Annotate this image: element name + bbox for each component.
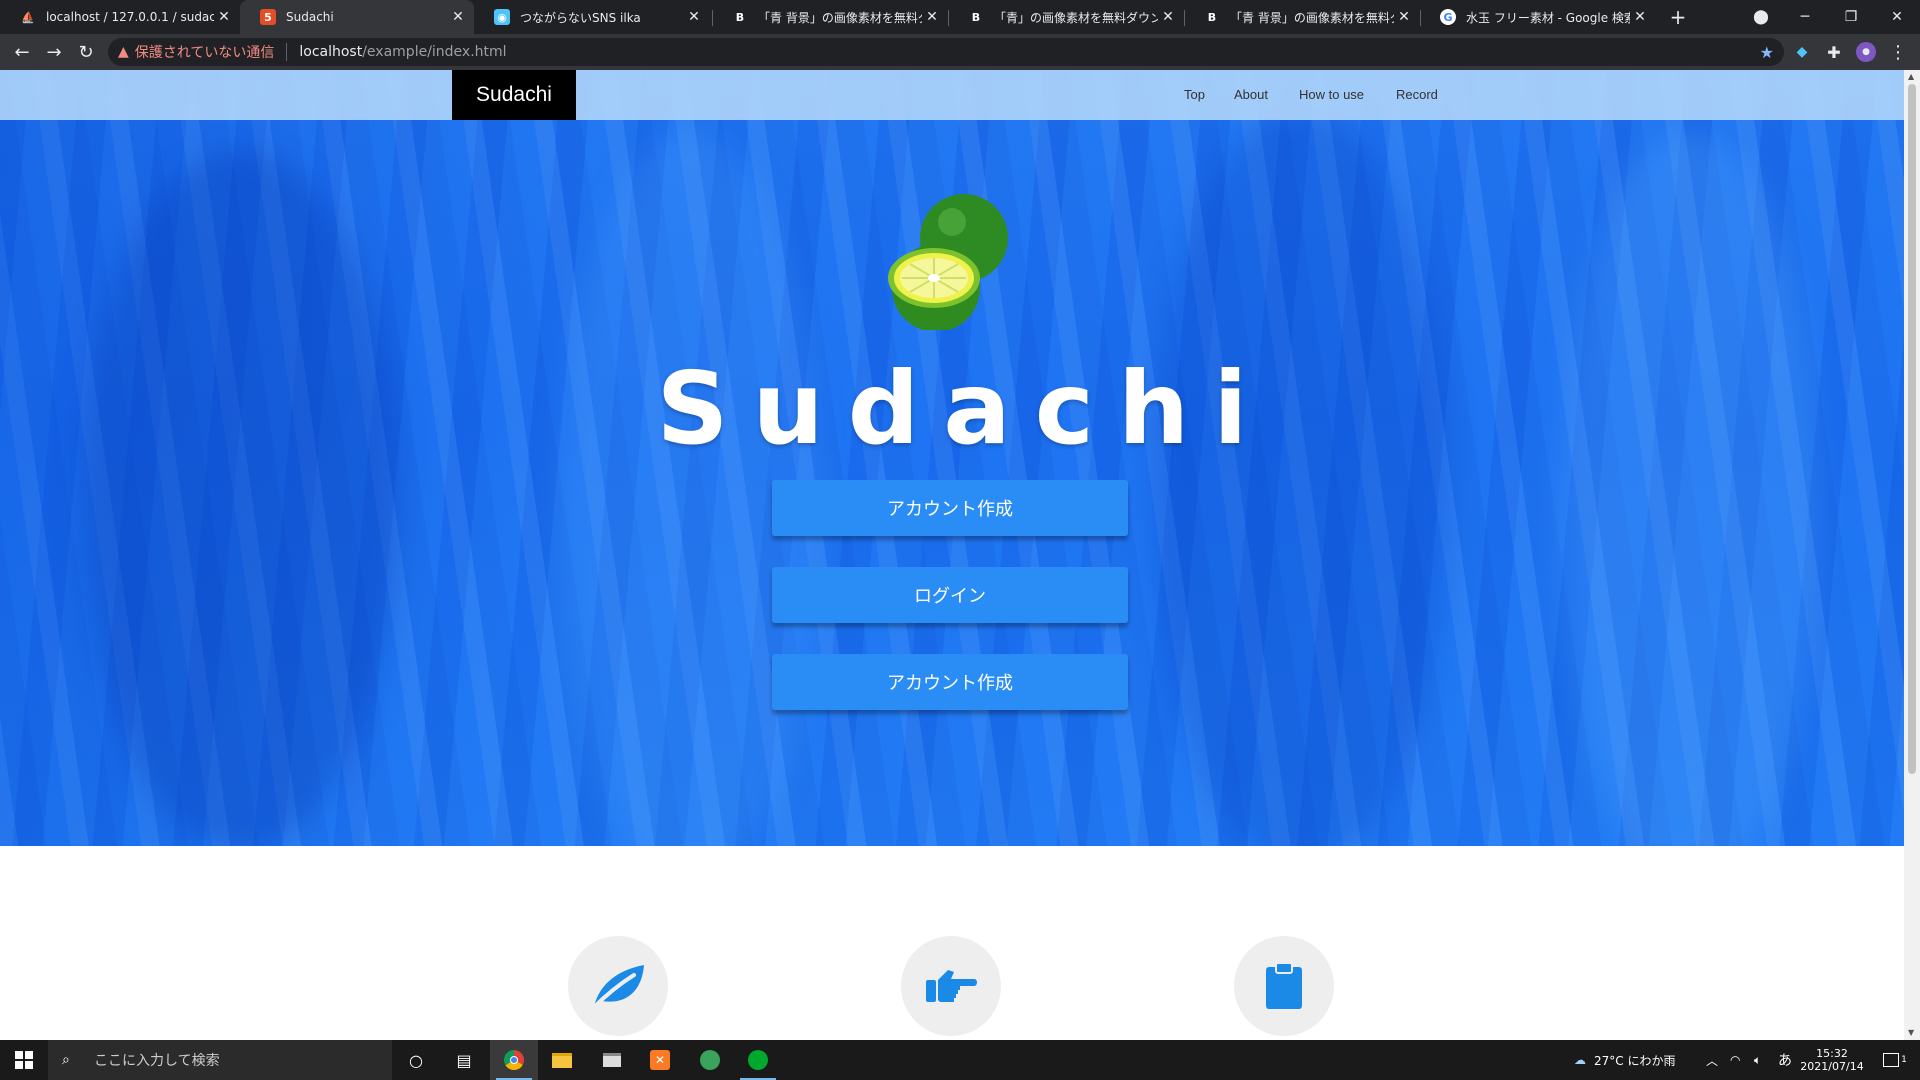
create-account-button[interactable]: アカウント作成: [772, 480, 1128, 536]
tab-blue-bg-1[interactable]: B 「青 背景」の画像素材を無料ダウン... ✕: [712, 0, 948, 34]
task-view-icon[interactable]: ▤: [440, 1040, 488, 1080]
close-icon[interactable]: ✕: [1630, 9, 1650, 25]
brush-texture: [80, 150, 400, 846]
terminal-icon[interactable]: [588, 1040, 636, 1080]
address-bar[interactable]: ▲ 保護されていない通信 localhost /example/index.ht…: [108, 38, 1784, 66]
menu-kebab-icon[interactable]: ⋮: [1884, 38, 1912, 66]
tab-blue[interactable]: B 「青」の画像素材を無料ダウンロード ✕: [948, 0, 1184, 34]
cortana-icon[interactable]: ○: [392, 1040, 440, 1080]
hero-title: Sudachi: [656, 350, 1272, 467]
feature-leaf: [568, 936, 668, 1036]
clock[interactable]: 15:32 2021/07/14: [1800, 1040, 1864, 1080]
new-tab-button[interactable]: +: [1660, 0, 1696, 34]
feature-clipboard: [1234, 936, 1334, 1036]
bookmark-star-icon[interactable]: ★: [1760, 43, 1774, 62]
file-explorer-icon[interactable]: [538, 1040, 586, 1080]
site-navbar: Sudachi Top About How to use Record: [0, 70, 1904, 120]
notification-count: 1: [1901, 1055, 1907, 1065]
tab-search-icon[interactable]: ⬤: [1738, 0, 1784, 34]
chrome-icon[interactable]: [490, 1040, 538, 1080]
back-button[interactable]: ←: [8, 38, 36, 66]
create-account-button-2[interactable]: アカウント作成: [772, 654, 1128, 710]
close-icon[interactable]: ✕: [684, 9, 704, 25]
clock-date: 2021/07/14: [1800, 1060, 1864, 1073]
site-icon: ◉: [494, 9, 510, 25]
scroll-down-icon[interactable]: ▼: [1908, 1028, 1914, 1037]
brand-logo[interactable]: Sudachi: [452, 70, 576, 120]
sudachi-fruit-icon: [888, 194, 1008, 330]
taskbar-search[interactable]: ⌕ ここに入力して検索: [48, 1040, 392, 1080]
b-icon: B: [735, 10, 745, 24]
brush-texture: [1150, 110, 1450, 846]
leaf-icon: [590, 965, 644, 1011]
security-label[interactable]: 保護されていない通信: [135, 42, 275, 62]
restore-button[interactable]: ❐: [1828, 0, 1874, 34]
nav-how-to-use[interactable]: How to use: [1299, 87, 1364, 102]
windows-taskbar: ⌕ ここに入力して検索 ○ ▤ ✕ ☁ 27°C にわか雨 ︿ ◠ 🔈︎ あ 1…: [0, 1040, 1920, 1080]
tab-blue-bg-2[interactable]: B 「青 背景」の画像素材を無料ダウン... ✕: [1184, 0, 1420, 34]
tray-chevron-icon[interactable]: ︿: [1706, 1040, 1718, 1080]
hand-point-right-icon: [926, 970, 977, 1002]
extension-gem-icon[interactable]: ◆: [1788, 38, 1816, 66]
close-icon[interactable]: ✕: [1158, 9, 1178, 25]
forward-button[interactable]: →: [40, 38, 68, 66]
search-placeholder: ここに入力して検索: [94, 1053, 220, 1069]
b-icon: B: [971, 10, 981, 24]
evernote-icon[interactable]: [734, 1040, 782, 1080]
close-icon[interactable]: ✕: [214, 9, 234, 25]
weather-widget[interactable]: ☁ 27°C にわか雨: [1574, 1040, 1675, 1080]
network-icon[interactable]: ◠: [1730, 1040, 1740, 1080]
extensions-puzzle-icon[interactable]: ✚: [1820, 38, 1848, 66]
weather-text: 27°C にわか雨: [1594, 1053, 1676, 1068]
google-icon: G: [1440, 9, 1456, 25]
close-window-button[interactable]: ✕: [1874, 0, 1920, 34]
nav-about[interactable]: About: [1234, 87, 1268, 102]
nav-record[interactable]: Record: [1396, 87, 1438, 102]
windows-start-icon[interactable]: [0, 1040, 48, 1080]
tab-sudachi[interactable]: 5 Sudachi ✕: [240, 0, 474, 34]
reload-button[interactable]: ↻: [72, 38, 100, 66]
hero-section: Sudachi アカウント作成 ログイン アカウント作成: [0, 70, 1904, 846]
page-viewport: Sudachi アカウント作成 ログイン アカウント作成 Sudachi Top…: [0, 70, 1904, 1040]
divider: [286, 43, 288, 61]
ime-indicator[interactable]: あ: [1778, 1040, 1792, 1080]
feature-pointing-hand: [901, 936, 1001, 1036]
b-icon: B: [1207, 10, 1217, 24]
cloud-rain-icon: ☁: [1574, 1053, 1586, 1067]
tab-phpmyadmin[interactable]: ⛵ localhost / 127.0.0.1 / sudachi / ... …: [0, 0, 240, 34]
url-path: /example/index.html: [362, 44, 507, 60]
tab-ilka[interactable]: ◉ つながらないSNS ilka ✕: [474, 0, 710, 34]
close-icon[interactable]: ✕: [448, 9, 468, 25]
minimize-button[interactable]: ─: [1782, 0, 1828, 34]
search-icon: ⌕: [62, 1052, 70, 1068]
browser-toolbar: ← → ↻ ▲ 保護されていない通信 localhost /example/in…: [0, 34, 1920, 70]
clipboard-icon: [1266, 962, 1302, 1009]
brush-texture: [1560, 130, 1820, 846]
login-button[interactable]: ログイン: [772, 567, 1128, 623]
clock-time: 15:32: [1816, 1047, 1848, 1060]
tab-google-search[interactable]: G 水玉 フリー素材 - Google 検索 ✕: [1420, 0, 1656, 34]
close-icon[interactable]: ✕: [922, 9, 942, 25]
notification-center-icon[interactable]: 1: [1878, 1040, 1912, 1080]
close-icon[interactable]: ✕: [1394, 9, 1414, 25]
volume-icon[interactable]: 🔈︎: [1754, 1040, 1761, 1080]
nav-top[interactable]: Top: [1184, 87, 1205, 102]
profile-avatar[interactable]: ●: [1852, 38, 1880, 66]
url-host: localhost: [299, 44, 363, 60]
xampp-icon[interactable]: ✕: [636, 1040, 684, 1080]
page-scrollbar[interactable]: ▲ ▼: [1904, 70, 1920, 1040]
phpmyadmin-icon: ⛵: [21, 10, 35, 24]
scrollbar-thumb[interactable]: [1908, 84, 1916, 774]
html5-icon: 5: [260, 9, 276, 25]
scroll-up-icon[interactable]: ▲: [1908, 72, 1914, 81]
warning-icon: ▲: [118, 44, 129, 60]
app-green-icon[interactable]: [686, 1040, 734, 1080]
tab-strip: ⛵ localhost / 127.0.0.1 / sudachi / ... …: [0, 0, 1920, 34]
